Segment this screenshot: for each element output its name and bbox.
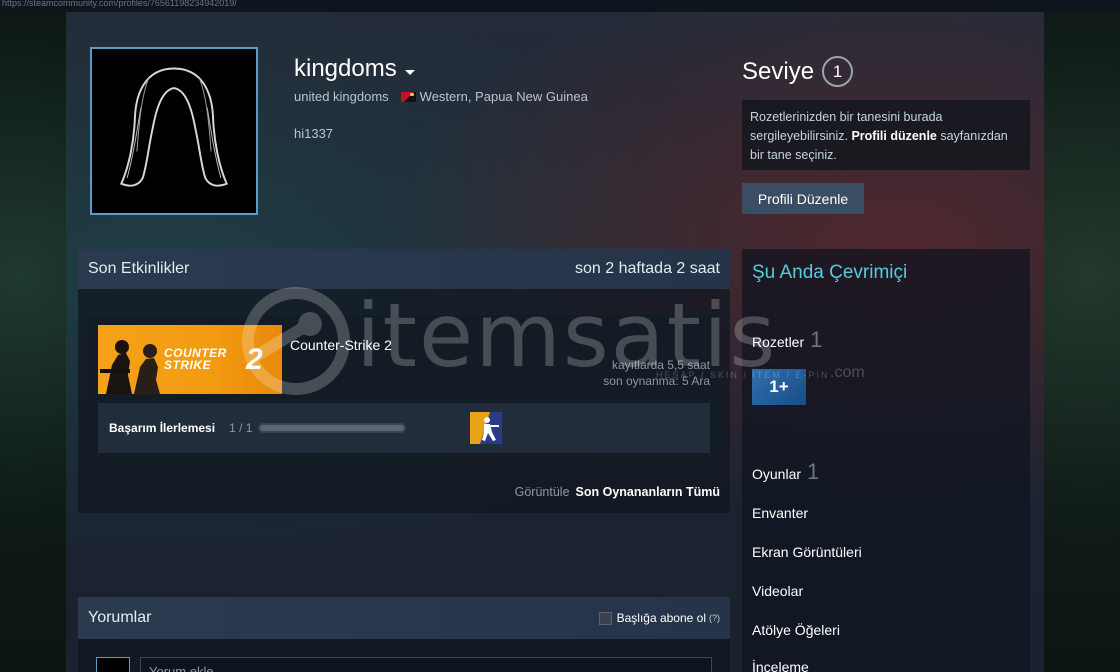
level-section: Seviye 1 xyxy=(742,56,854,87)
comment-input[interactable]: Yorum ekle xyxy=(140,657,712,672)
recent-activity-panel: Son Etkinlikler son 2 haftada 2 saat COU… xyxy=(78,249,730,513)
counter-terrorist-icon xyxy=(470,412,502,444)
achievement-count: 1 / 1 xyxy=(229,421,253,435)
achievement-progress-bar xyxy=(258,423,407,433)
level-label: Seviye xyxy=(742,57,815,85)
subscribe-label: Başlığa abone ol xyxy=(616,611,706,625)
comments-panel: Yorumlar Başlığa abone ol (?) Yorum ekle xyxy=(78,597,730,672)
game-hours: kayıtlarda 5,5 saat son oynanma: 5 Ara xyxy=(603,357,710,389)
capsule-title: COUNTER STRIKE xyxy=(164,347,227,371)
help-icon[interactable]: (?) xyxy=(709,613,720,623)
achievement-icon[interactable] xyxy=(470,412,502,444)
subscribe-checkbox[interactable] xyxy=(598,611,612,625)
browser-url-bar: https://steamcommunity.com/profiles/7656… xyxy=(0,0,1120,12)
persona-name-text: kingdoms xyxy=(294,55,397,82)
last-played: son oynanma: 5 Ara xyxy=(603,374,710,388)
edit-profile-button[interactable]: Profili Düzenle xyxy=(742,183,864,214)
achievement-label: Başarım İlerlemesi xyxy=(109,421,216,435)
reviews-link[interactable]: İnceleme xyxy=(752,659,809,672)
recent-activity-summary: son 2 haftada 2 saat xyxy=(575,260,720,277)
recent-activity-title: Son Etkinlikler xyxy=(88,260,190,277)
game-name-link[interactable]: Counter-Strike 2 xyxy=(290,337,392,353)
online-status: Şu Anda Çevrimiçi xyxy=(752,262,908,283)
flag-icon xyxy=(400,91,416,102)
view-all-recent-link[interactable]: Son Oynananların Tümü xyxy=(576,485,720,499)
comment-avatar xyxy=(96,657,130,672)
profile-right-column: Şu Anda Çevrimiçi Rozetler 1 1+ Oyunlar … xyxy=(742,249,1030,672)
profile-summary: hi1337 xyxy=(294,126,334,141)
location: Western, Papua New Guinea xyxy=(419,89,588,104)
achievement-progress-row[interactable]: Başarım İlerlemesi 1 / 1 xyxy=(98,403,710,453)
real-name: united kingdoms xyxy=(294,89,389,104)
badge-icon[interactable]: 1+ xyxy=(752,369,806,405)
recent-activity-header: Son Etkinlikler son 2 haftada 2 saat xyxy=(78,249,730,289)
videos-link[interactable]: Videolar xyxy=(752,583,803,599)
featured-badge-hint: Rozetlerinizden bir tanesini burada serg… xyxy=(742,100,1030,170)
game-card: COUNTER STRIKE 2 Counter-Strike 2 kayıtl… xyxy=(88,315,720,461)
profile-avatar xyxy=(90,47,258,215)
capsule-number: 2 xyxy=(246,343,263,376)
background-right xyxy=(1044,12,1120,672)
comments-header: Yorumlar Başlığa abone ol (?) xyxy=(78,597,730,639)
hint-edit-profile-link[interactable]: Profili düzenle xyxy=(851,129,936,143)
inventory-link[interactable]: Envanter xyxy=(752,505,808,521)
badges-label: Rozetler xyxy=(752,334,805,350)
background-left xyxy=(0,12,66,672)
screenshots-link[interactable]: Ekran Görüntüleri xyxy=(752,544,862,560)
persona-name[interactable]: kingdoms xyxy=(294,55,415,83)
real-name-location: united kingdoms Western, Papua New Guine… xyxy=(294,89,588,104)
games-link[interactable]: Oyunlar 1 xyxy=(752,459,819,485)
achievement-progress-fill xyxy=(260,425,405,431)
chevron-down-icon[interactable] xyxy=(404,69,415,75)
games-label: Oyunlar xyxy=(752,466,802,482)
game-capsule-image[interactable]: COUNTER STRIKE 2 xyxy=(98,325,282,394)
badges-count: 1 xyxy=(810,327,823,352)
hours-on-record: kayıtlarda 5,5 saat xyxy=(611,358,710,372)
badges-link[interactable]: Rozetler 1 xyxy=(752,327,822,353)
level-badge[interactable]: 1 xyxy=(822,56,854,87)
games-count: 1 xyxy=(807,459,820,484)
subscribe-thread[interactable]: Başlığa abone ol (?) xyxy=(598,611,720,625)
capsule-title-line2: STRIKE xyxy=(164,358,212,372)
silhouette-avatar-image xyxy=(92,49,256,213)
view-all-recent: Görüntüle Son Oynananların Tümü xyxy=(515,485,720,499)
view-all-prefix: Görüntüle xyxy=(514,485,570,499)
workshop-link[interactable]: Atölye Öğeleri xyxy=(752,622,840,638)
comments-title: Yorumlar xyxy=(88,609,152,626)
